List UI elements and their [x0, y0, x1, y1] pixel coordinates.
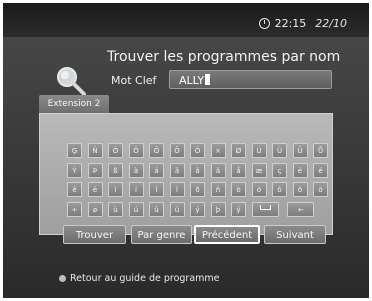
keyboard-key[interactable]: Ű [292, 143, 308, 158]
keyboard-key[interactable]: Ø [231, 143, 246, 158]
keyboard-key[interactable]: ü [169, 201, 185, 217]
keyboard-key[interactable]: â [169, 162, 185, 178]
keyboard-key[interactable]: ÿ [231, 201, 246, 217]
keyboard-key[interactable]: ý [190, 201, 205, 217]
by-genre-button[interactable]: Par genre [131, 225, 192, 244]
keyboard-key[interactable]: ê [67, 182, 82, 197]
keyboard-key[interactable]: ã [190, 162, 205, 178]
keyboard-key[interactable]: õ [292, 182, 308, 197]
key-backspace[interactable]: ← [287, 201, 315, 217]
keyword-value: ALLY [179, 74, 205, 87]
bullet-icon [59, 275, 66, 282]
keyboard-key[interactable]: Ú [251, 143, 267, 158]
keyboard-key[interactable]: Ý [67, 162, 82, 178]
keyboard-key[interactable]: ö [313, 182, 328, 197]
keyboard-key[interactable]: å [231, 162, 246, 178]
keyboard-key[interactable]: ñ [210, 182, 226, 197]
keyboard-key[interactable]: ë [87, 182, 103, 197]
keyboard-key[interactable]: Þ [87, 162, 103, 178]
key-space[interactable] [251, 201, 279, 217]
keyboard-key[interactable]: Ö [190, 143, 205, 158]
keyword-input[interactable]: ALLY [169, 70, 332, 89]
clock-icon [258, 18, 270, 29]
tab-extension-2[interactable]: Extension 2 [39, 95, 109, 113]
keyboard-key[interactable]: ð [190, 182, 205, 197]
previous-button[interactable]: Précédent [194, 225, 260, 244]
keyboard-key[interactable]: ú [128, 201, 144, 217]
keyboard-key[interactable]: ï [169, 182, 185, 197]
keyboard-key[interactable]: Ñ [87, 143, 103, 158]
keyboard-key[interactable]: ä [210, 162, 226, 178]
keyboard-key[interactable]: Ů [313, 143, 328, 158]
keyboard-key[interactable]: ø [87, 201, 103, 217]
keyboard-key[interactable]: Ó [108, 143, 123, 158]
keyboard-key[interactable]: è [292, 162, 308, 178]
keyboard-key[interactable]: Ģ [67, 143, 82, 158]
keyboard-key[interactable]: Ő [149, 143, 164, 158]
footer-hint: Retour au guide de programme [59, 273, 220, 284]
keyboard-key[interactable]: þ [210, 201, 226, 217]
keyboard-key[interactable]: é [313, 162, 328, 178]
keyboard-key[interactable]: ó [251, 182, 267, 197]
keyboard-key[interactable]: û [149, 201, 164, 217]
keyboard-key[interactable]: á [149, 162, 164, 178]
keyboard-panel: Ģ Ñ Ó Ö Ő Ō Ö × Ø Ú Ü Ű Ů Ý Þß à á â ã ä å æ ç è é ê ë ì í î ï ð ñ ò ó ô õ ö ÷… [39, 113, 333, 235]
keyboard-key[interactable]: ÷ [67, 201, 82, 217]
keyboard-key[interactable]: ô [272, 182, 287, 197]
find-button[interactable]: Trouver [63, 225, 126, 244]
space-icon [259, 204, 271, 210]
search-icon [57, 67, 86, 96]
time-text: 22:15 [274, 17, 307, 30]
keyboard-key[interactable]: ì [108, 182, 123, 197]
keyboard-key[interactable]: ç [272, 162, 287, 178]
top-bar: 22:15 22/10 [3, 3, 369, 37]
page-title: Trouver les programmes par nom [107, 49, 341, 65]
back-to-guide-link[interactable]: Retour au guide de programme [70, 273, 220, 284]
tv-screen: 22:15 22/10 Trouver les programmes par n… [3, 3, 369, 298]
keyboard-key[interactable]: à [128, 162, 144, 178]
keyboard-key[interactable]: Ö [128, 143, 144, 158]
keyboard-key[interactable]: í [128, 182, 144, 197]
keyboard-key[interactable]: æ [251, 162, 267, 178]
keyword-label: Mot Clef [111, 74, 157, 87]
date-text: 22/10 [315, 17, 347, 30]
keyboard-key[interactable]: ò [231, 182, 246, 197]
keyboard-key[interactable]: ß [108, 162, 123, 178]
keyboard-key[interactable]: ù [108, 201, 123, 217]
next-button[interactable]: Suivant [264, 225, 326, 244]
keyboard-key[interactable]: î [149, 182, 164, 197]
clock: 22:15 22/10 [258, 17, 347, 30]
keyboard-key[interactable]: Ō [169, 143, 185, 158]
keyboard-key[interactable]: Ü [272, 143, 287, 158]
text-cursor [205, 74, 211, 85]
keyboard-key[interactable]: × [210, 143, 226, 158]
